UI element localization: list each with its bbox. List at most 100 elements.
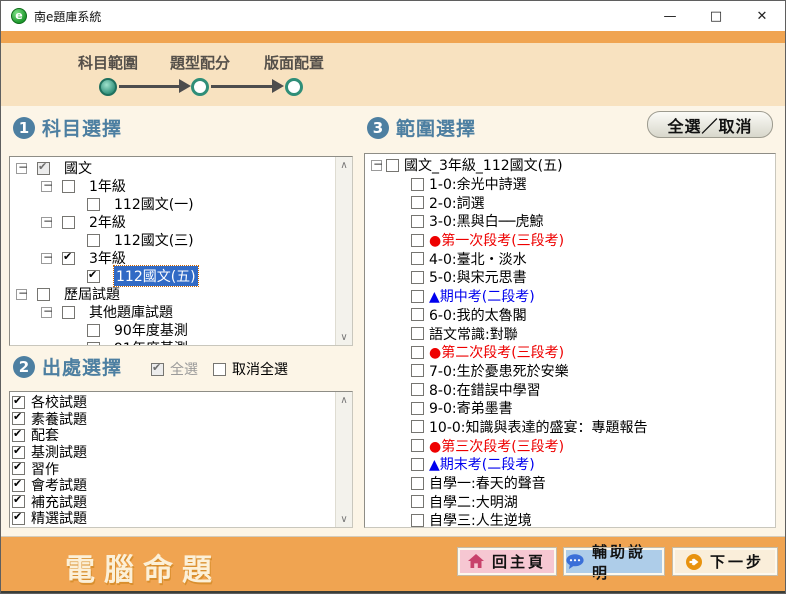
tree-item[interactable]: 1-0:余光中詩選	[367, 175, 775, 194]
checkbox[interactable]	[62, 179, 75, 193]
tree-item-label[interactable]: 4-0:臺北・淡水	[429, 249, 527, 269]
checkbox[interactable]	[411, 252, 424, 266]
checkbox[interactable]	[411, 177, 424, 191]
checkbox[interactable]	[411, 214, 424, 228]
scroll-down-icon[interactable]: ∨	[336, 511, 352, 527]
tree-item[interactable]: 3年級	[12, 249, 335, 267]
tree-item-label[interactable]: 3年級	[89, 248, 126, 268]
select-all-checkbox[interactable]: 全選	[151, 359, 198, 379]
tree-item[interactable]: 國文_3年級_112國文(五)	[367, 156, 775, 175]
tree-item-label[interactable]: 90年度基測	[114, 320, 188, 340]
tree-item[interactable]: ▲期中考(二段考)	[367, 287, 775, 306]
list-item[interactable]: 基測試題	[12, 444, 335, 461]
tree-item-label[interactable]: 國文_3年級_112國文(五)	[404, 155, 563, 175]
tree-item-label[interactable]: 1-0:余光中詩選	[429, 174, 527, 194]
checkbox[interactable]	[411, 401, 424, 415]
expander-icon[interactable]	[16, 160, 28, 174]
checkbox[interactable]	[12, 460, 25, 476]
tree-item-label[interactable]: 7-0:生於憂患死於安樂	[429, 361, 569, 381]
tree-item[interactable]: 6-0:我的太魯閣	[367, 306, 775, 325]
subject-tree-scrollbar[interactable]: ∧ ∨	[335, 157, 352, 345]
tree-item[interactable]: 91年度基測	[12, 339, 335, 345]
tree-item[interactable]: ▲期末考(二段考)	[367, 455, 775, 474]
tree-item[interactable]: 自學三:人生逆境	[367, 511, 775, 527]
minimize-button[interactable]: —	[647, 1, 693, 31]
next-step-button[interactable]: 下一步	[672, 547, 778, 576]
tree-item[interactable]: 112國文(一)	[12, 195, 335, 213]
tree-item-label[interactable]: 112國文(五)	[113, 265, 199, 287]
list-item[interactable]: 精選試題	[12, 510, 335, 527]
close-button[interactable]: ✕	[739, 1, 785, 31]
tree-item[interactable]: 其他題庫試題	[12, 303, 335, 321]
checkbox[interactable]	[411, 513, 424, 527]
tree-item-label[interactable]: 1年級	[89, 176, 126, 196]
tree-item[interactable]: 歷屆試題	[12, 285, 335, 303]
scroll-up-icon[interactable]: ∧	[336, 157, 352, 173]
checkbox[interactable]	[411, 420, 424, 434]
maximize-button[interactable]: □	[693, 1, 739, 31]
checkbox[interactable]	[87, 341, 100, 345]
help-button[interactable]: 輔助說明	[563, 543, 665, 582]
checkbox[interactable]	[411, 345, 424, 359]
tree-item[interactable]: 國文	[12, 159, 335, 177]
checkbox[interactable]	[87, 323, 100, 337]
expander-icon[interactable]	[41, 214, 53, 228]
checkbox[interactable]	[12, 410, 25, 426]
tree-item-label[interactable]: 歷屆試題	[64, 284, 120, 304]
checkbox[interactable]	[12, 444, 25, 459]
checkbox[interactable]	[386, 158, 399, 172]
tree-item[interactable]: 8-0:在錯誤中學習	[367, 380, 775, 399]
tree-item[interactable]: 5-0:與宋元思書	[367, 268, 775, 287]
tree-item-label[interactable]: 3-0:黑與白──虎鯨	[429, 211, 543, 231]
checkbox[interactable]	[62, 305, 75, 319]
tree-item-label[interactable]: 9-0:寄弟墨書	[429, 398, 513, 418]
checkbox[interactable]	[411, 439, 424, 453]
checkbox[interactable]	[87, 197, 100, 211]
tree-item[interactable]: 1年級	[12, 177, 335, 195]
checkbox[interactable]	[411, 383, 424, 397]
checkbox[interactable]	[37, 160, 50, 175]
checkbox[interactable]	[411, 457, 424, 471]
tree-item-label[interactable]: 自學二:大明湖	[429, 492, 518, 512]
tree-item-label[interactable]: 112國文(三)	[114, 230, 194, 250]
tree-item-label[interactable]: ▲期末考(二段考)	[429, 454, 535, 474]
deselect-all-checkbox[interactable]: 取消全選	[213, 359, 288, 379]
select-all-toggle-button[interactable]: 全選／取消	[647, 111, 773, 138]
tree-item[interactable]: 10-0:知識與表達的盛宴：專題報告	[367, 418, 775, 437]
tree-item[interactable]: 9-0:寄弟墨書	[367, 399, 775, 418]
checkbox[interactable]	[411, 364, 424, 378]
checkbox[interactable]	[62, 215, 75, 229]
checkbox[interactable]	[411, 495, 424, 509]
tree-item-label[interactable]: 112國文(一)	[114, 194, 194, 214]
tree-item[interactable]: ●第二次段考(三段考)	[367, 343, 775, 362]
tree-item-label[interactable]: ●第二次段考(三段考)	[429, 342, 564, 362]
tree-item[interactable]: 7-0:生於憂患死於安樂	[367, 362, 775, 381]
tree-item[interactable]: 2年級	[12, 213, 335, 231]
checkbox[interactable]	[411, 196, 424, 210]
checkbox[interactable]	[12, 427, 25, 442]
tree-item-label[interactable]: 國文	[64, 158, 92, 178]
tree-item-label[interactable]: ●第三次段考(三段考)	[429, 436, 564, 456]
tree-item[interactable]: 自學二:大明湖	[367, 492, 775, 511]
checkbox[interactable]	[411, 289, 424, 303]
home-button[interactable]: 回主頁	[457, 547, 557, 576]
checkbox[interactable]	[411, 270, 424, 284]
tree-item-label[interactable]: 10-0:知識與表達的盛宴：專題報告	[429, 417, 648, 437]
tree-item-label[interactable]: ▲期中考(二段考)	[429, 286, 535, 306]
checkbox[interactable]	[87, 233, 100, 247]
tree-item[interactable]: 語文常識:對聯	[367, 324, 775, 343]
expander-icon[interactable]	[371, 157, 383, 171]
tree-item-label[interactable]: 2年級	[89, 212, 126, 232]
tree-item-label[interactable]: 8-0:在錯誤中學習	[429, 380, 541, 400]
list-item-label[interactable]: 精選試題	[31, 508, 87, 527]
checkbox[interactable]	[12, 477, 25, 492]
scroll-up-icon[interactable]: ∧	[336, 392, 352, 408]
checkbox[interactable]	[12, 510, 25, 525]
expander-icon[interactable]	[16, 286, 28, 300]
checkbox[interactable]	[151, 361, 164, 376]
checkbox[interactable]	[411, 233, 424, 247]
tree-item-label[interactable]: 2-0:詞選	[429, 193, 485, 213]
checkbox[interactable]	[87, 268, 100, 283]
tree-item-label[interactable]: 6-0:我的太魯閣	[429, 305, 527, 325]
expander-icon[interactable]	[41, 178, 53, 192]
